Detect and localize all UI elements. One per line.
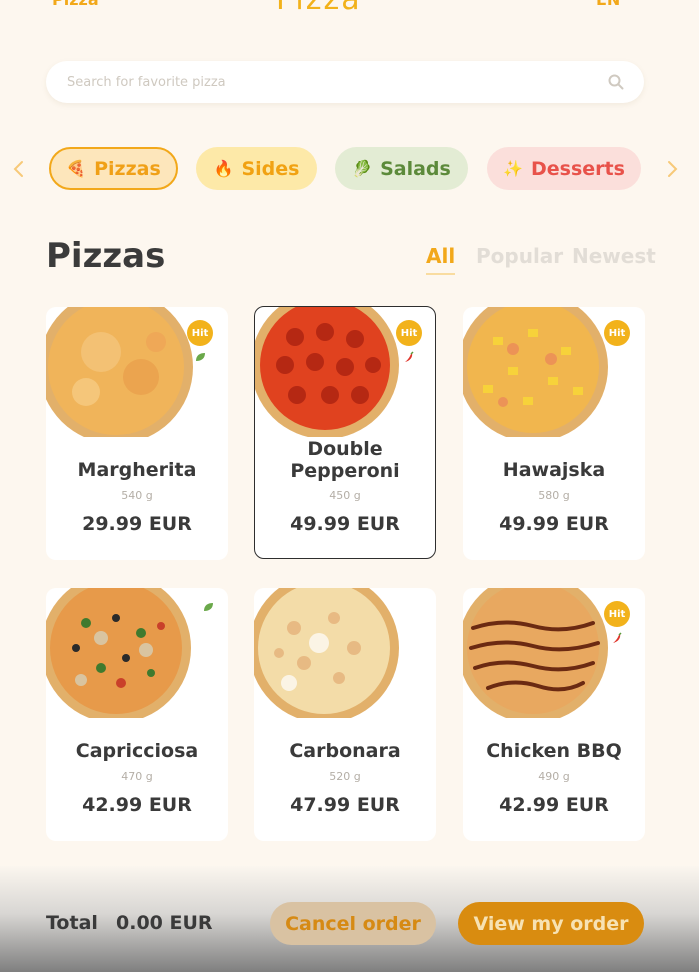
category-label: Salads — [380, 157, 451, 180]
product-card-carbonara[interactable]: Carbonara 520 g 47.99 EUR — [254, 588, 436, 841]
category-label: Desserts — [530, 157, 625, 180]
category-label: Pizzas — [94, 157, 161, 180]
total-label: Total — [46, 912, 98, 934]
product-card-hawajska[interactable]: Hit Hawajska 580 g 49.99 EUR — [463, 307, 645, 560]
product-card-double-pepperoni[interactable]: Hit Double Pepperoni 450 g 49.99 EUR — [254, 306, 436, 559]
product-price: 49.99 EUR — [290, 513, 400, 535]
cancel-order-button[interactable]: Cancel order — [270, 902, 436, 945]
category-pizzas[interactable]: 🍕 Pizzas — [49, 147, 178, 190]
hit-badge: Hit — [604, 320, 630, 346]
category-desserts[interactable]: ✨ Desserts — [487, 147, 641, 190]
product-weight: 490 g — [538, 770, 570, 783]
filter-popular[interactable]: Popular — [476, 244, 563, 268]
pizza-image — [254, 588, 399, 718]
pizza-icon: 🍕 — [66, 159, 87, 178]
product-name: Margherita — [77, 459, 197, 481]
filter-newest[interactable]: Newest — [572, 244, 656, 268]
product-name: Capricciosa — [75, 740, 199, 762]
view-order-button[interactable]: View my order — [458, 902, 644, 945]
product-price: 47.99 EUR — [290, 794, 400, 816]
product-weight: 540 g — [121, 489, 153, 502]
top-header: Pizza Pizza EN — [0, 0, 699, 18]
product-weight: 580 g — [538, 489, 570, 502]
search-bar[interactable] — [46, 61, 644, 103]
spicy-chili-icon — [405, 351, 414, 362]
fire-icon: 🔥 — [213, 159, 234, 178]
header-left-label[interactable]: Pizza — [52, 0, 99, 9]
leaf-icon: 🥬 — [352, 159, 373, 178]
category-label: Sides — [241, 157, 300, 180]
category-sides[interactable]: 🔥 Sides — [196, 147, 317, 190]
hit-badge: Hit — [396, 320, 422, 346]
logo[interactable]: Pizza — [276, 0, 362, 17]
product-card-capricciosa[interactable]: Capricciosa 470 g 42.99 EUR — [46, 588, 228, 841]
search-input[interactable] — [67, 61, 587, 103]
sparkles-icon: ✨ — [503, 159, 523, 178]
product-card-chicken-bbq[interactable]: Hit Chicken BBQ 490 g 42.99 EUR — [463, 588, 645, 841]
spicy-chili-icon — [613, 632, 622, 643]
product-price: 42.99 EUR — [82, 794, 192, 816]
hit-badge: Hit — [604, 601, 630, 627]
product-weight: 520 g — [329, 770, 361, 783]
section-title: Pizzas — [46, 236, 166, 276]
product-name: Carbonara — [289, 740, 401, 762]
product-weight: 450 g — [329, 489, 361, 502]
vegetarian-leaf-icon — [204, 603, 213, 611]
chevron-right-icon[interactable] — [665, 158, 679, 180]
chevron-left-icon[interactable] — [12, 158, 26, 180]
product-weight: 470 g — [121, 770, 153, 783]
filter-all[interactable]: All — [426, 244, 456, 275]
pizza-image — [46, 588, 191, 718]
product-name: Hawajska — [502, 459, 606, 481]
product-name: Chicken BBQ — [486, 740, 622, 762]
category-salads[interactable]: 🥬 Salads — [335, 147, 468, 190]
search-icon[interactable] — [608, 74, 624, 90]
vegetarian-leaf-icon — [196, 353, 205, 361]
total-value: 0.00 EUR — [116, 912, 213, 934]
product-price: 29.99 EUR — [82, 513, 192, 535]
product-price: 42.99 EUR — [499, 794, 609, 816]
product-price: 49.99 EUR — [499, 513, 609, 535]
product-card-margherita[interactable]: Hit Margherita 540 g 29.99 EUR — [46, 307, 228, 560]
product-name: Double Pepperoni — [290, 438, 400, 482]
hit-badge: Hit — [187, 320, 213, 346]
language-label[interactable]: EN — [596, 0, 620, 9]
